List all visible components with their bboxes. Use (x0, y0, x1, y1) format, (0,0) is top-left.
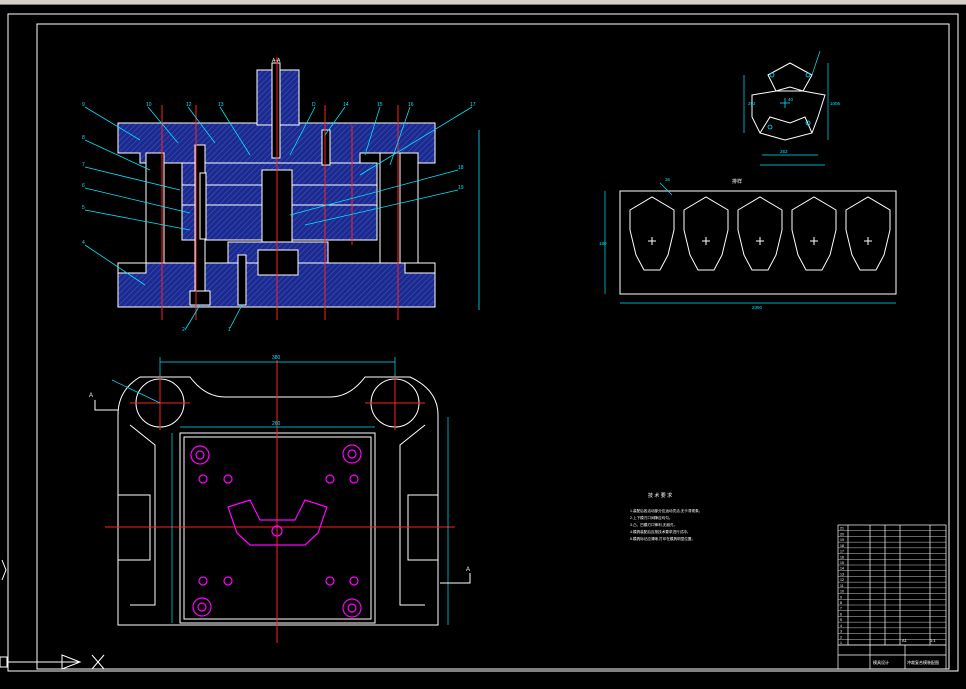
title-block-school: 模具设计 (873, 659, 889, 665)
ucs-icon (0, 559, 105, 670)
strip-dimensions (604, 182, 896, 304)
part-dim-h: 292 (748, 101, 756, 106)
strip-dim-width: 180 (599, 241, 607, 246)
svg-text:19: 19 (458, 185, 464, 191)
title-block-row-number: 21 (840, 527, 844, 531)
svg-text:4: 4 (82, 240, 85, 246)
tech-req-title: 技 术 要 求 (648, 492, 672, 499)
strip-blank (845, 196, 891, 271)
svg-text:4.模具装配后应按技术要求进行试冲。: 4.模具装配后应按技术要求进行试冲。 (630, 529, 691, 534)
lower-plate-outline (117, 376, 439, 626)
svg-text:1: 1 (228, 327, 231, 333)
title-block-row-number: 15 (840, 561, 844, 565)
title-block-row-number: 4 (840, 624, 842, 628)
svg-text:17: 17 (470, 102, 476, 108)
title-block-sheet: A1 (902, 638, 908, 643)
svg-text:15: 15 (377, 102, 383, 108)
cut-label-right: A (466, 567, 470, 573)
strip-blank (791, 196, 837, 271)
section-cut-markers (94, 400, 471, 584)
tech-req-list: 1.装配后各活动部分应运动灵活,无卡滞现象。 2.上下模刃口间隙应均匀。 3.凸… (630, 508, 702, 541)
strip-dim-step: 36 (665, 177, 671, 182)
title-block-row-number: 3 (840, 630, 842, 634)
title-block-row-number: 2 (840, 635, 842, 639)
svg-text:2.上下模刃口间隙应均匀。: 2.上下模刃口间隙应均匀。 (630, 515, 673, 520)
svg-text:6: 6 (82, 183, 85, 189)
title-block-row-number: 10 (840, 590, 844, 594)
svg-text:10: 10 (146, 102, 152, 108)
title-block-scale: 1:1 (930, 638, 936, 643)
stripper-pin (199, 172, 207, 240)
part-dimensions (743, 50, 829, 166)
title-block-row-number: 16 (840, 555, 844, 559)
cad-drawing-canvas[interactable]: 987 654 10 12 13 D 14 15 16 1718 192 1 A-A (0, 5, 966, 689)
lower-insert (257, 249, 299, 276)
title-block-row-number: 14 (840, 567, 844, 571)
svg-text:18: 18 (458, 165, 464, 171)
title-block-row-number: 8 (840, 601, 842, 605)
strip-layout-label: 排样 (732, 178, 742, 185)
strip-blank (737, 196, 783, 271)
svg-text:9: 9 (82, 102, 85, 108)
strip-outline (619, 190, 897, 295)
inner-frame (36, 23, 950, 670)
slot-right (404, 262, 436, 274)
cut-label-left: A (89, 393, 93, 399)
bolt-left-head (189, 290, 211, 306)
title-block-name: 冲裁复合模装配图 (907, 659, 939, 665)
svg-text:1.装配后各活动部分应运动灵活,无卡滞现象。: 1.装配后各活动部分应运动灵活,无卡滞现象。 (630, 508, 702, 513)
section-marker: A-A (272, 58, 281, 64)
title-block-row-number: 7 (840, 607, 842, 611)
plan-view (117, 376, 439, 626)
svg-text:16: 16 (408, 102, 414, 108)
outer-frame (7, 13, 959, 672)
title-block-row-number: 12 (840, 578, 844, 582)
plan-holes (190, 444, 362, 618)
svg-text:13: 13 (218, 102, 224, 108)
slot-left (117, 262, 147, 274)
dim-die-width: 380 (272, 355, 281, 361)
title-block-row-number: 5 (840, 618, 842, 622)
guide-post-right (379, 152, 399, 269)
title-block-row-number: 19 (840, 538, 844, 542)
title-block-row-number: 6 (840, 612, 842, 616)
title-block-row-number: 1 (840, 641, 842, 645)
plan-centerlines (105, 360, 455, 643)
strip-parts (629, 196, 891, 271)
title-block-row-number: 11 (840, 584, 844, 588)
shank-pin (271, 62, 281, 159)
svg-text:12: 12 (186, 102, 192, 108)
dim-die-inner: 260 (272, 421, 281, 427)
strip-dim-length: 2350 (752, 305, 763, 310)
svg-text:D: D (312, 102, 316, 108)
title-block-row-number: 9 (840, 595, 842, 599)
lower-plate-inner-r (399, 424, 426, 606)
lower-plate-inner (129, 424, 156, 606)
part-dim-w: 263 (780, 149, 788, 154)
title-block-row-number: 17 (840, 550, 844, 554)
svg-text:8: 8 (82, 135, 85, 141)
title-block-row-number: 20 (840, 532, 844, 536)
svg-text:7: 7 (82, 162, 85, 168)
title-block-row-number: 18 (840, 544, 844, 548)
strip-blank (629, 196, 675, 271)
guide-post-left (145, 152, 165, 269)
part-dim-h2: 1006 (830, 101, 841, 106)
svg-text:2: 2 (182, 327, 185, 333)
svg-text:3.凸、凹模刃口锋利,无崩刃。: 3.凸、凹模刃口锋利,无崩刃。 (630, 522, 677, 527)
svg-text:5: 5 (82, 205, 85, 211)
title-block (837, 524, 947, 670)
bolt-bottom (237, 254, 247, 306)
svg-text:5.模具标记应清晰,打印在模具明显位置。: 5.模具标记应清晰,打印在模具明显位置。 (630, 536, 695, 541)
part-dim-small: 40 (788, 97, 794, 102)
svg-text:14: 14 (343, 102, 349, 108)
strip-blank (683, 196, 729, 271)
guide-bush-right (399, 152, 419, 269)
title-block-row-number: 13 (840, 572, 844, 576)
bolt-top (321, 129, 331, 166)
